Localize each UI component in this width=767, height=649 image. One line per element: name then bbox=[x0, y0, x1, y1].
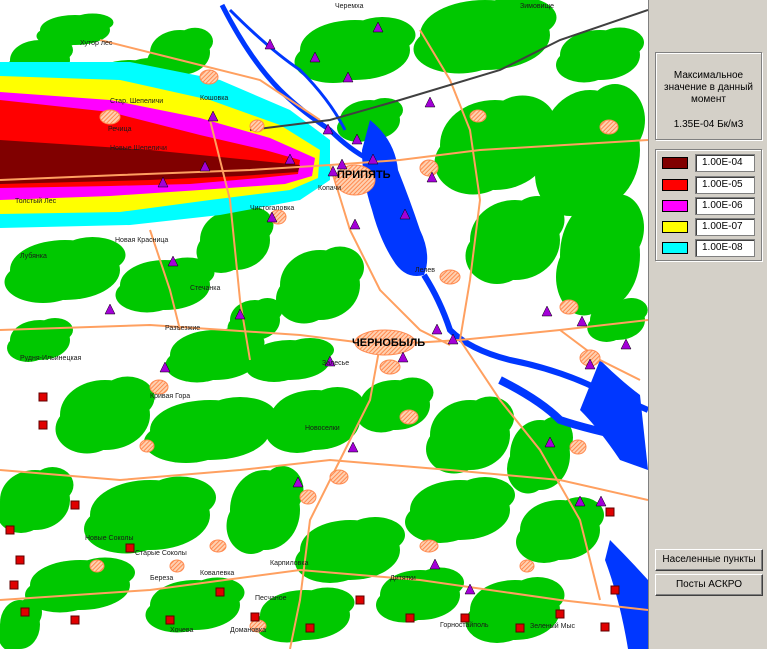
place-label: Черемха bbox=[335, 3, 364, 10]
place-label: Кошовка bbox=[200, 95, 228, 102]
place-label: Ковалевка bbox=[200, 570, 234, 577]
place-label: Кривая Гора bbox=[150, 393, 190, 400]
place-label: Домановка bbox=[230, 627, 266, 634]
place-label: Лубянка bbox=[20, 252, 47, 260]
askro-posts-button[interactable]: Посты АСКРО bbox=[655, 574, 763, 596]
place-label: Новые Соколы bbox=[85, 535, 133, 542]
place-label: Стечанка bbox=[190, 285, 220, 292]
place-label: Карпиловка bbox=[270, 560, 309, 567]
legend-value[interactable]: 1.00E-08 bbox=[695, 239, 755, 257]
legend-swatch bbox=[662, 200, 688, 212]
legend-swatch bbox=[662, 221, 688, 233]
legend-value[interactable]: 1.00E-07 bbox=[695, 218, 755, 236]
max-value-caption: Максимальное значение в данный момент bbox=[664, 70, 753, 105]
place-label: Залесье bbox=[322, 360, 349, 367]
city-label-pripyat: ПРИПЯТЬ bbox=[337, 169, 391, 181]
place-label: Песчаное bbox=[255, 595, 287, 602]
map-canvas[interactable]: Черемха Зимовище Хутор лес Стар. Шепеличи Ре… bbox=[0, 0, 648, 649]
legend-value[interactable]: 1.00E-06 bbox=[695, 197, 755, 215]
place-label: Чистогаловка bbox=[250, 205, 294, 212]
place-label: Хутор лес bbox=[80, 40, 113, 47]
legend-row: 1.00E-06 bbox=[662, 197, 758, 215]
legend-swatch bbox=[662, 179, 688, 191]
place-label: Дитятки bbox=[390, 575, 416, 582]
place-label: Новые Шепеличи bbox=[110, 145, 167, 152]
place-label: Речица bbox=[108, 126, 132, 133]
place-label: Старые Соколы bbox=[135, 550, 187, 557]
legend-row: 1.00E-05 bbox=[662, 176, 758, 194]
settlements-button[interactable]: Населенные пункты bbox=[655, 549, 763, 571]
place-label: Стар. Шепеличи bbox=[110, 98, 163, 105]
concentration-legend: 1.00E-04 1.00E-05 1.00E-06 1.00E-07 1.00… bbox=[655, 149, 762, 261]
legend-row: 1.00E-08 bbox=[662, 239, 758, 257]
max-value-reading: 1.35E-04 Бк/м3 bbox=[673, 119, 744, 130]
side-panel: Максимальное значение в данный момент 1.… bbox=[648, 0, 767, 649]
place-label: Зимовище bbox=[520, 3, 554, 10]
legend-swatch bbox=[662, 157, 688, 169]
place-label: Горностайполь bbox=[440, 621, 489, 629]
place-label: Лелев bbox=[415, 267, 435, 274]
place-label: Зеленый Мыс bbox=[530, 622, 575, 630]
max-value-box: Максимальное значение в данный момент 1.… bbox=[655, 52, 762, 140]
legend-value[interactable]: 1.00E-05 bbox=[695, 176, 755, 194]
place-label: Толстый Лес bbox=[15, 197, 57, 205]
place-label: Новоселки bbox=[305, 425, 340, 432]
place-label: Копачи bbox=[318, 185, 341, 192]
legend-value[interactable]: 1.00E-04 bbox=[695, 154, 755, 172]
place-label: Новая Красница bbox=[115, 237, 168, 244]
legend-row: 1.00E-04 bbox=[662, 154, 758, 172]
place-label: Береза bbox=[150, 575, 173, 582]
place-label: Разъезжие bbox=[165, 325, 200, 332]
legend-row: 1.00E-07 bbox=[662, 218, 758, 236]
legend-swatch bbox=[662, 242, 688, 254]
map-view[interactable]: Черемха Зимовище Хутор лес Стар. Шепеличи Ре… bbox=[0, 0, 648, 649]
city-label-chernobyl: ЧЕРНОБЫЛЬ bbox=[352, 337, 425, 349]
place-label: Рудня-Ильинецкая bbox=[20, 355, 82, 362]
place-label: Хочева bbox=[170, 627, 194, 634]
